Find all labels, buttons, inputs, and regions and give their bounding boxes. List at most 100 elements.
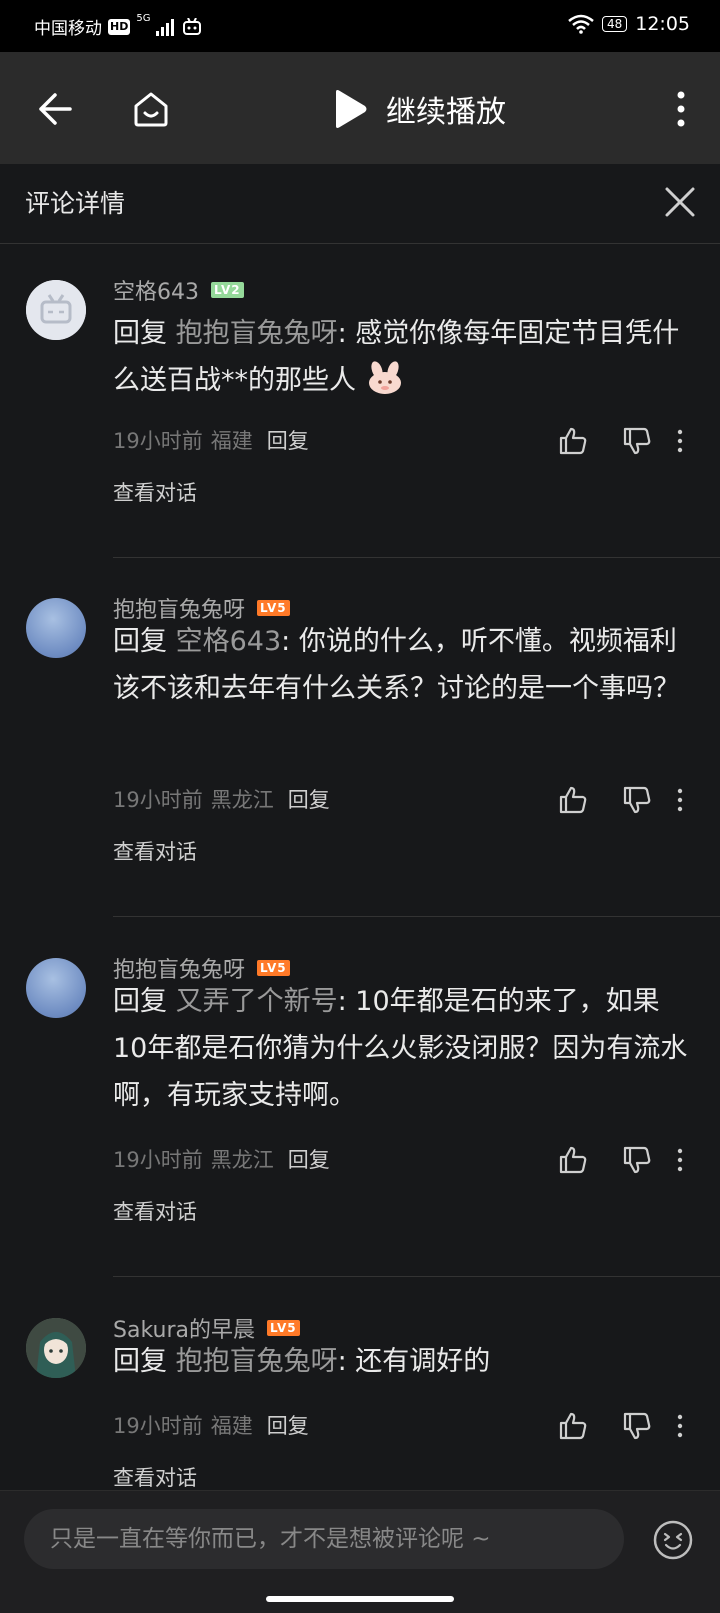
thumbs-down-icon	[623, 427, 651, 455]
home-icon	[134, 92, 168, 127]
reply-button[interactable]: 回复	[288, 1144, 330, 1174]
view-conversation-link[interactable]: 查看对话	[113, 1196, 197, 1226]
username[interactable]: 空格643	[113, 274, 199, 306]
thumbs-up-icon	[559, 1146, 587, 1174]
view-conversation-link[interactable]: 查看对话	[113, 477, 197, 507]
level-badge: LV5	[266, 1320, 300, 1336]
like-button[interactable]	[556, 1143, 590, 1177]
reply-to-user[interactable]: 抱抱盲兔兔呀	[176, 1346, 338, 1377]
comment-meta: 19小时前 福建 回复	[113, 425, 309, 455]
comment-username-row: 空格643 LV2	[113, 274, 244, 306]
anime-avatar-icon	[26, 1318, 86, 1378]
comment-more-button[interactable]	[670, 783, 690, 817]
dislike-button[interactable]	[620, 1409, 654, 1443]
thumbs-down-icon	[623, 1412, 651, 1440]
network-label: 5G	[136, 13, 151, 24]
comment-more-button[interactable]	[670, 1143, 690, 1177]
comment-location: 福建	[210, 429, 253, 453]
more-vertical-icon	[677, 429, 683, 453]
comment-content: : 还有调好的	[337, 1346, 491, 1377]
thumbs-down-icon	[623, 1146, 651, 1174]
close-button[interactable]	[660, 182, 700, 222]
comment-actions	[556, 424, 690, 458]
level-badge: LV5	[257, 600, 290, 616]
comment-input[interactable]: 只是一直在等你而已，才不是想被评论呢 ~	[24, 1509, 624, 1569]
bunny-sticker-icon	[368, 361, 401, 394]
level-badge: LV5	[257, 960, 290, 976]
comment-actions	[556, 1409, 690, 1443]
comment-input-bar: 只是一直在等你而已，才不是想被评论呢 ~	[0, 1490, 720, 1613]
reply-button[interactable]: 回复	[267, 1410, 309, 1440]
reply-button[interactable]: 回复	[288, 784, 330, 814]
like-button[interactable]	[556, 424, 590, 458]
reply-keyword: 回复	[113, 986, 167, 1017]
reply-to-user[interactable]: 又弄了个新号	[176, 986, 338, 1017]
comment-text: 回复 抱抱盲兔兔呀: 还有调好的	[113, 1338, 693, 1385]
divider	[113, 557, 720, 558]
reply-to-user[interactable]: 空格643	[176, 626, 282, 657]
avatar[interactable]	[26, 958, 86, 1018]
thumbs-down-icon	[623, 786, 651, 814]
play-icon	[336, 90, 367, 128]
thumbs-up-icon	[559, 786, 587, 814]
divider	[113, 916, 720, 917]
comment-location: 黑龙江	[210, 1148, 274, 1172]
comment-item: 抱抱盲兔兔呀 LV5 回复 空格643: 你说的什么，听不懂。视频福利该不该和去…	[0, 562, 720, 922]
comment-text: 回复 抱抱盲兔兔呀: 感觉你像每年固定节目凭什么送百战**的那些人	[113, 310, 693, 404]
avatar[interactable]	[26, 1318, 86, 1378]
continue-play-button[interactable]: 继续播放	[332, 82, 506, 136]
reply-button[interactable]: 回复	[267, 425, 309, 455]
thumbs-up-icon	[559, 1412, 587, 1440]
avatar[interactable]	[26, 280, 86, 340]
status-left: 中国移动 HD 5G	[34, 13, 202, 39]
reply-keyword: 回复	[113, 626, 167, 657]
emoji-icon	[653, 1520, 693, 1560]
comment-more-button[interactable]	[670, 1409, 690, 1443]
divider	[113, 1276, 720, 1277]
status-bar: 中国移动 HD 5G 48 12:05	[0, 0, 720, 52]
clock: 12:05	[635, 13, 690, 35]
level-badge: LV2	[211, 282, 244, 298]
back-arrow-icon	[39, 93, 72, 125]
like-button[interactable]	[556, 1409, 590, 1443]
home-button[interactable]	[124, 82, 178, 136]
signal-icon	[156, 18, 175, 36]
carrier-label: 中国移动	[34, 19, 102, 39]
comment-item: Sakura的早晨 LV5 回复 抱抱盲兔兔呀: 还有调好的 19小时前 福建 …	[0, 1282, 720, 1490]
comment-time: 19小时前	[113, 1414, 203, 1438]
comment-actions	[556, 1143, 690, 1177]
comment-location: 福建	[210, 1414, 253, 1438]
comment-location: 黑龙江	[210, 788, 274, 812]
comment-detail-header: 评论详情	[0, 164, 720, 244]
emoji-button[interactable]	[652, 1519, 694, 1561]
bilibili-tv-icon	[183, 17, 202, 35]
status-right: 48 12:05	[568, 13, 690, 35]
comment-meta: 19小时前 福建 回复	[113, 1410, 309, 1440]
view-conversation-link[interactable]: 查看对话	[113, 836, 197, 866]
view-conversation-link[interactable]: 查看对话	[113, 1462, 197, 1490]
avatar[interactable]	[26, 598, 86, 658]
like-button[interactable]	[556, 783, 590, 817]
comment-more-button[interactable]	[670, 424, 690, 458]
comment-item: 抱抱盲兔兔呀 LV5 回复 又弄了个新号: 10年都是石的来了，如果10年都是石…	[0, 922, 720, 1282]
comment-item: 空格643 LV2 回复 抱抱盲兔兔呀: 感觉你像每年固定节目凭什么送百战**的…	[0, 244, 720, 562]
comment-time: 19小时前	[113, 1148, 203, 1172]
close-icon	[665, 187, 695, 217]
more-vertical-icon	[677, 91, 685, 127]
reply-keyword: 回复	[113, 318, 167, 349]
dislike-button[interactable]	[620, 424, 654, 458]
comment-meta: 19小时前 黑龙江 回复	[113, 784, 330, 814]
dislike-button[interactable]	[620, 1143, 654, 1177]
reply-to-user[interactable]: 抱抱盲兔兔呀	[176, 318, 338, 349]
comment-actions	[556, 783, 690, 817]
video-toolbar: 继续播放	[0, 52, 720, 164]
more-vertical-icon	[677, 1148, 683, 1172]
more-menu-button[interactable]	[654, 82, 708, 136]
wifi-icon	[568, 14, 594, 34]
thumbs-up-icon	[559, 427, 587, 455]
hd-badge: HD	[108, 18, 131, 35]
back-button[interactable]	[28, 82, 82, 136]
continue-play-label: 继续播放	[386, 95, 506, 130]
dislike-button[interactable]	[620, 783, 654, 817]
comment-time: 19小时前	[113, 788, 203, 812]
